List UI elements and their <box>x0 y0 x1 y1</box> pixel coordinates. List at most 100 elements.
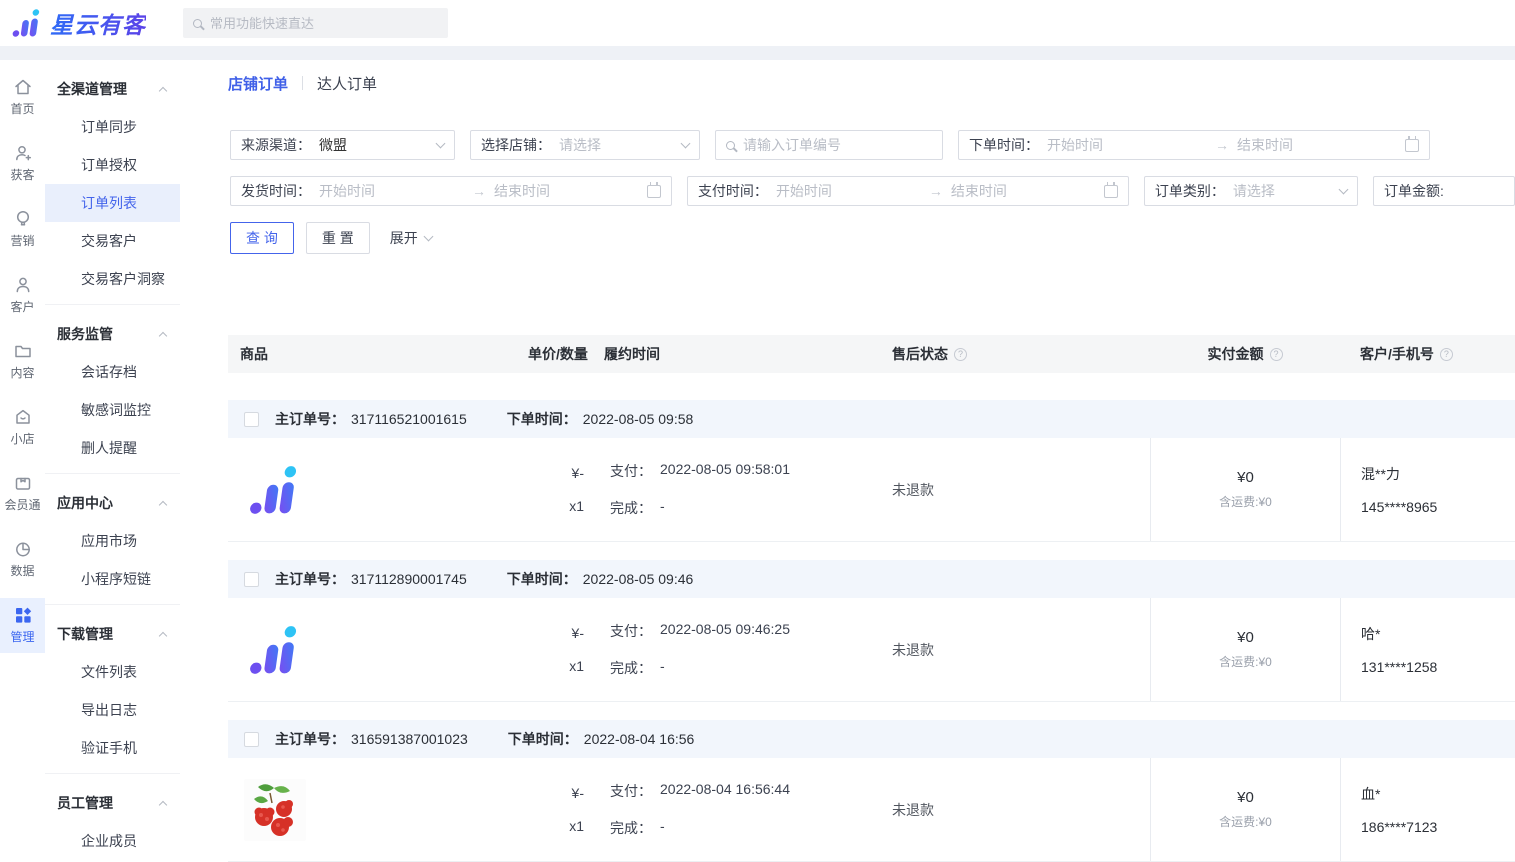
rail-item-marketing[interactable]: 营销 <box>0 202 45 257</box>
done-time: - <box>660 658 665 678</box>
sidebar-item-sensitive-word-monitor[interactable]: 敏感词监控 <box>45 391 180 429</box>
order-tabs: 店铺订单 达人订单 <box>180 60 1515 106</box>
order-detail-row: ¥- x1 支付：2022-08-04 16:56:44 完成：- 未退款 ¥0… <box>228 758 1515 862</box>
sidebar-item-trade-customer-insight[interactable]: 交易客户洞察 <box>45 260 180 298</box>
order-amount-field[interactable]: 订单金额: <box>1373 176 1515 206</box>
help-icon[interactable]: ? <box>954 348 967 361</box>
store-select[interactable]: 选择店铺： 请选择 <box>470 130 700 160</box>
order-time: 2022-08-04 16:56 <box>584 731 695 747</box>
main-content: 店铺订单 达人订单 来源渠道： 微盟 选择店铺： 请选择 请输入订单编号 <box>180 60 1515 862</box>
order-number: 317112890001745 <box>351 571 467 587</box>
chevron-up-icon <box>159 86 167 94</box>
tab-divider <box>302 76 303 90</box>
chevron-up-icon <box>159 500 167 508</box>
rail-item-membership[interactable]: 会员通 <box>0 466 45 521</box>
calendar-icon <box>1405 139 1419 152</box>
sidebar-item-order-auth[interactable]: 订单授权 <box>45 146 180 184</box>
order-time: 2022-08-05 09:46 <box>583 571 694 587</box>
tab-daren-orders[interactable]: 达人订单 <box>317 73 377 94</box>
chevron-down-icon <box>1339 184 1349 194</box>
sidebar-group-staff-manage[interactable]: 员工管理 <box>45 784 180 822</box>
folder-icon <box>13 341 33 361</box>
user-icon <box>13 275 33 295</box>
paid-amount: ¥0 <box>1237 629 1254 646</box>
order-time-range-picker[interactable]: 下单时间： 开始时间 → 结束时间 <box>958 130 1430 160</box>
order-checkbox[interactable] <box>244 572 259 587</box>
pie-chart-icon <box>13 539 33 559</box>
secondary-sidebar: 全渠道管理 订单同步 订单授权 订单列表 交易客户 交易客户洞察 服务监管 会话… <box>45 60 180 862</box>
order-checkbox[interactable] <box>244 412 259 427</box>
customer-name: 哈* <box>1361 624 1515 644</box>
product-image-brand-logo <box>244 459 306 521</box>
customer-phone: 186****7123 <box>1361 819 1515 835</box>
shop-icon <box>13 407 33 427</box>
sidebar-item-session-archive[interactable]: 会话存档 <box>45 353 180 391</box>
customer-phone: 145****8965 <box>1361 499 1515 515</box>
ship-time-range-picker[interactable]: 发货时间： 开始时间 → 结束时间 <box>230 176 672 206</box>
pay-time: 2022-08-05 09:58:01 <box>660 461 790 481</box>
order-category-select[interactable]: 订单类别： 请选择 <box>1144 176 1358 206</box>
tab-shop-orders[interactable]: 店铺订单 <box>228 73 288 94</box>
rail-item-customers[interactable]: 客户 <box>0 268 45 323</box>
reset-button[interactable]: 重 置 <box>306 222 370 254</box>
expand-button[interactable]: 展开 <box>390 228 432 248</box>
sidebar-item-export-log[interactable]: 导出日志 <box>45 691 180 729</box>
user-plus-icon <box>13 143 33 163</box>
order-detail-row: ¥- x1 支付：2022-08-05 09:58:01 完成：- 未退款 ¥0… <box>228 438 1515 542</box>
rail-item-data[interactable]: 数据 <box>0 532 45 587</box>
aftersale-status: 未退款 <box>892 480 934 500</box>
rail-item-shop[interactable]: 小店 <box>0 400 45 455</box>
rail-item-home[interactable]: 首页 <box>0 70 45 125</box>
sidebar-item-delete-reminder[interactable]: 删人提醒 <box>45 429 180 467</box>
help-icon[interactable]: ? <box>1440 348 1453 361</box>
sidebar-item-trade-customers[interactable]: 交易客户 <box>45 222 180 260</box>
query-button[interactable]: 查 询 <box>230 222 294 254</box>
search-input[interactable] <box>210 16 438 31</box>
sidebar-group-download-manage[interactable]: 下载管理 <box>45 615 180 653</box>
pay-time-range-picker[interactable]: 支付时间： 开始时间 → 结束时间 <box>687 176 1129 206</box>
rail-item-content[interactable]: 内容 <box>0 334 45 389</box>
chevron-up-icon <box>159 800 167 808</box>
quantity: x1 <box>569 658 584 674</box>
sidebar-item-verify-phone[interactable]: 验证手机 <box>45 729 180 767</box>
calendar-icon <box>1104 185 1118 198</box>
grid-icon <box>13 605 33 625</box>
header-customer: 客户/手机号 ? <box>1340 344 1515 364</box>
source-channel-value: 微盟 <box>319 135 429 155</box>
product-image-raspberries <box>244 779 306 841</box>
sidebar-item-enterprise-members[interactable]: 企业成员 <box>45 822 180 860</box>
sidebar-item-app-market[interactable]: 应用市场 <box>45 522 180 560</box>
rail-item-management[interactable]: 管理 <box>0 598 45 653</box>
sidebar-group-app-center[interactable]: 应用中心 <box>45 484 180 522</box>
membership-card-icon <box>13 473 33 493</box>
chevron-down-icon <box>436 138 446 148</box>
freight-note: 含运费:¥0 <box>1219 653 1272 670</box>
customer-phone: 131****1258 <box>1361 659 1515 675</box>
aftersale-status: 未退款 <box>892 640 934 660</box>
header-paid: 实付金额 ? <box>1150 344 1340 364</box>
order-group-row: 主订单号： 316591387001023 下单时间： 2022-08-04 1… <box>228 720 1515 758</box>
sidebar-item-miniprogram-shortlink[interactable]: 小程序短链 <box>45 560 180 598</box>
search-icon <box>193 19 202 28</box>
rail-item-customer-acquisition[interactable]: 获客 <box>0 136 45 191</box>
header-product: 商品 <box>228 344 528 364</box>
brand-logo: 星云有客 <box>12 6 180 40</box>
help-icon[interactable]: ? <box>1270 348 1283 361</box>
order-checkbox[interactable] <box>244 732 259 747</box>
pay-time: 2022-08-05 09:46:25 <box>660 621 790 641</box>
header-aftersale: 售后状态 ? <box>850 344 1150 364</box>
chevron-up-icon <box>159 631 167 639</box>
quick-search[interactable] <box>183 8 448 38</box>
sidebar-group-service-monitor[interactable]: 服务监管 <box>45 315 180 353</box>
sidebar-item-order-list[interactable]: 订单列表 <box>45 184 180 222</box>
source-channel-select[interactable]: 来源渠道： 微盟 <box>230 130 455 160</box>
table-header-row: 商品 单价/数量 履约时间 售后状态 ? 实付金额 ? 客户/手机号 ? <box>228 335 1515 373</box>
unit-price: ¥- <box>572 625 584 641</box>
done-time: - <box>660 818 665 838</box>
order-no-search-field[interactable]: 请输入订单编号 <box>715 130 943 160</box>
unit-price: ¥- <box>572 465 584 481</box>
sidebar-item-file-list[interactable]: 文件列表 <box>45 653 180 691</box>
sidebar-item-order-sync[interactable]: 订单同步 <box>45 108 180 146</box>
sidebar-group-omnichannel[interactable]: 全渠道管理 <box>45 70 180 108</box>
aftersale-status: 未退款 <box>892 800 934 820</box>
